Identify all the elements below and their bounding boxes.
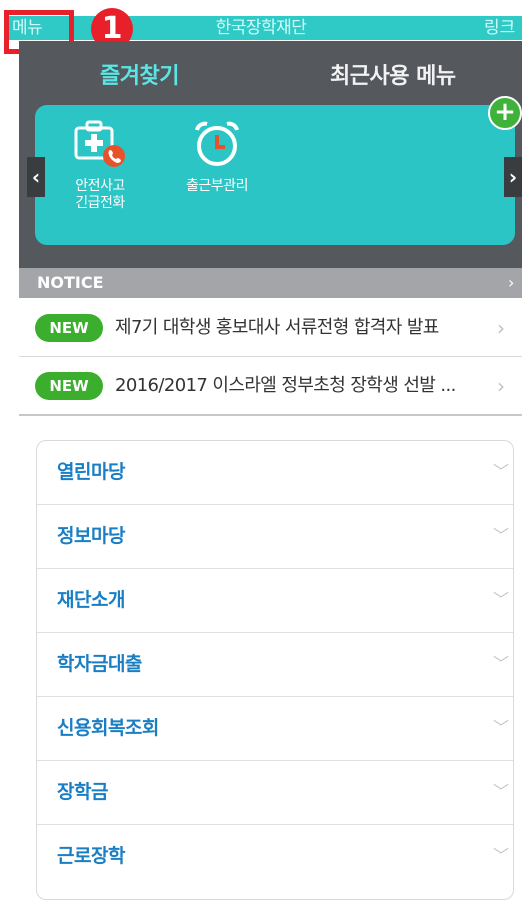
menu-item-about[interactable]: 재단소개 ﹀: [37, 568, 513, 633]
chevron-right-icon: ›: [497, 374, 505, 398]
shortcut-emergency-call[interactable]: 안전사고 긴급전화: [55, 118, 145, 212]
notice-item[interactable]: NEW 2016/2017 이스라엘 정부초청 장학생 선발 ... ›: [19, 358, 522, 416]
chevron-left-icon: ‹: [31, 165, 41, 189]
menu-item-label: 학자금대출: [57, 653, 142, 675]
chevron-down-icon: ﹀: [493, 718, 510, 737]
menu-item-label: 장학금: [57, 781, 108, 803]
chevron-right-icon: ›: [508, 165, 518, 189]
menu-item-label: 정보마당: [57, 525, 125, 547]
tab-recent-menu[interactable]: 최근사용 메뉴: [330, 62, 456, 92]
chevron-down-icon: ﹀: [493, 846, 510, 865]
menu-item-open-forum[interactable]: 열린마당 ﹀: [37, 440, 513, 505]
notice-item[interactable]: NEW 제7기 대학생 홍보대사 서류전형 합격자 발표 ›: [19, 300, 522, 357]
medical-kit-phone-icon: [74, 120, 125, 167]
menu-item-label: 재단소개: [57, 589, 125, 611]
chevron-right-icon: ›: [497, 316, 505, 340]
notice-item-text: 2016/2017 이스라엘 정부초청 장학생 선발 ...: [115, 375, 456, 396]
chevron-right-icon: ›: [508, 273, 515, 292]
menu-item-label: 신용회복조회: [57, 717, 159, 739]
shortcut-attendance[interactable]: 출근부관리: [172, 118, 262, 195]
prev-arrow-button[interactable]: ‹: [27, 157, 45, 197]
chevron-down-icon: ﹀: [493, 590, 510, 609]
next-arrow-button[interactable]: ›: [504, 157, 522, 197]
menu-item-label: 근로장학: [57, 845, 125, 867]
chevron-down-icon: ﹀: [493, 526, 510, 545]
menu-item-scholarship[interactable]: 장학금 ﹀: [37, 760, 513, 825]
shortcut-label: 안전사고 긴급전화: [75, 178, 125, 211]
menu-item-student-loan[interactable]: 학자금대출 ﹀: [37, 632, 513, 697]
menu-item-info[interactable]: 정보마당 ﹀: [37, 504, 513, 569]
chevron-down-icon: ﹀: [493, 462, 510, 481]
link-button[interactable]: 링크: [484, 16, 522, 40]
tab-favorites[interactable]: 즐겨찾기: [100, 62, 179, 92]
menu-item-credit-recovery[interactable]: 신용회복조회 ﹀: [37, 696, 513, 761]
shortcut-label: 출근부관리: [186, 178, 248, 194]
chevron-down-icon: ﹀: [493, 654, 510, 673]
menu-item-label: 열린마당: [57, 461, 125, 483]
app-title: 한국장학재단: [215, 18, 307, 38]
plus-icon: +: [494, 97, 516, 127]
chevron-down-icon: ﹀: [493, 782, 510, 801]
notice-item-text: 제7기 대학생 홍보대사 서류전형 합격자 발표: [115, 317, 439, 338]
menu-item-work-study[interactable]: 근로장학 ﹀: [37, 824, 513, 883]
add-favorite-button[interactable]: +: [488, 96, 522, 130]
notice-title: NOTICE: [37, 273, 104, 292]
alarm-clock-icon: [195, 121, 239, 166]
new-badge: NEW: [35, 372, 103, 400]
new-badge: NEW: [35, 314, 103, 342]
